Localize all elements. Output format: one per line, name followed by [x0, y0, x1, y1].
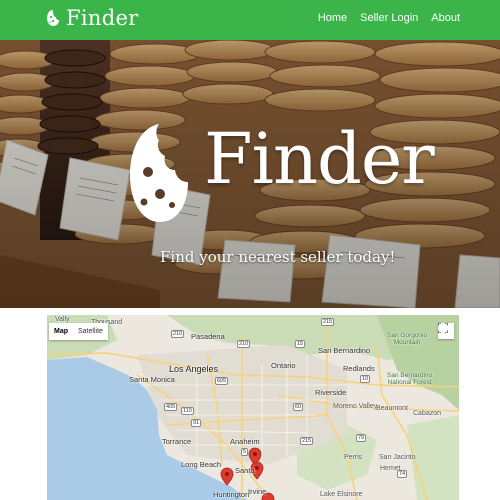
map-label-pasadena: Pasadena [191, 332, 225, 341]
map-label-ontario: Ontario [271, 361, 296, 370]
fullscreen-button[interactable] [438, 323, 454, 339]
highway-shield: 210 [237, 340, 251, 348]
navbar: Finder Home Seller Login About [0, 0, 500, 40]
highway-shield: 79 [356, 434, 367, 442]
cookie-logo-icon [130, 124, 188, 222]
nav-links: Home Seller Login About [318, 0, 460, 36]
seller-map[interactable]: Vally Thousand oaks Pasadena San Bernard… [47, 315, 459, 500]
map-label-riverside: Riverside [315, 388, 347, 397]
map-label-redlands: Redlands [343, 364, 375, 373]
map-label-partial: Vally [55, 316, 70, 323]
highway-shield: 215 [321, 318, 335, 326]
highway-shield: 91 [191, 419, 202, 427]
map-label-sb-national-forest: San Bernardino National Forest [387, 372, 433, 387]
hero-tagline: Find your nearest seller today! [160, 248, 396, 266]
map-label-beaumont: Beaumont [376, 405, 408, 412]
map-label-san-gorgonio: San Gorgonio Mountain [387, 332, 428, 347]
map-label-irvine: Irvine [248, 487, 267, 496]
brand-text: Finder [66, 6, 139, 30]
hero-title: Finder [204, 118, 435, 200]
nav-about-link[interactable]: About [431, 12, 460, 24]
highway-shield: 10 [360, 375, 371, 383]
nav-seller-login-link[interactable]: Seller Login [360, 12, 418, 24]
map-label-perris: Perris [344, 454, 363, 461]
map-label-santa-monica: Santa Monica [129, 375, 175, 384]
map-label-long-beach: Long Beach [181, 460, 222, 469]
map-label-lake-elsinore: Lake Elsinore [320, 491, 363, 498]
hero-banner: Finder Find your nearest seller today! [0, 40, 500, 308]
map-view-button[interactable]: Map [49, 323, 73, 340]
highway-shield: 15 [295, 340, 306, 348]
highway-shield: 74 [397, 470, 408, 478]
highway-shield: 210 [171, 330, 185, 338]
map-label-los-angeles: Los Angeles [169, 364, 219, 374]
highway-shield: 405 [164, 403, 178, 411]
highway-shield: 110 [181, 407, 194, 415]
nav-home-link[interactable]: Home [318, 12, 347, 24]
highway-shield: 60 [293, 403, 304, 411]
highway-shield: 5 [241, 448, 249, 456]
map-label-san-bernardino: San Bernardino [318, 346, 371, 355]
cookie-icon [47, 10, 59, 26]
map-label-santa-ana: Santa [235, 466, 255, 475]
brand-link[interactable]: Finder [46, 3, 139, 33]
highway-shield: 605 [215, 377, 229, 385]
map-label-cabazon: Cabazon [413, 410, 442, 417]
map-label-huntington: Huntington [213, 490, 250, 499]
map-label-torrance: Torrance [162, 437, 192, 446]
map-label-moreno-valley: Moreno Valley [333, 403, 378, 410]
satellite-view-button[interactable]: Satellite [73, 323, 108, 340]
map-label-san-jacinto: San Jacinto [379, 454, 416, 461]
map-label-anaheim: Anaheim [230, 437, 260, 446]
fullscreen-icon [438, 323, 448, 333]
highway-shield: 215 [300, 437, 314, 445]
map-type-control: Map Satellite [49, 323, 108, 340]
